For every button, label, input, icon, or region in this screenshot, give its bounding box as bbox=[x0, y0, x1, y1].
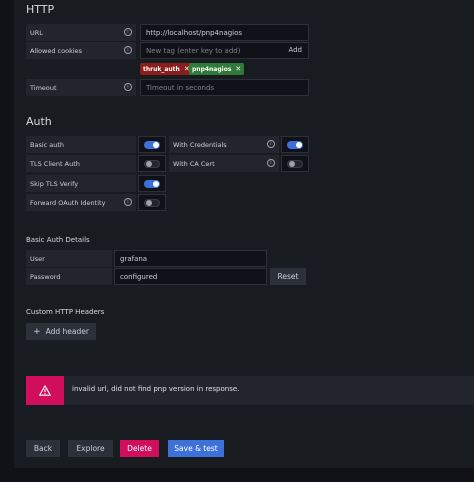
with-ca-cert-label: With CA Cert i bbox=[169, 155, 279, 172]
toggle-knob bbox=[289, 161, 295, 167]
password-input[interactable]: configured bbox=[114, 268, 267, 285]
info-icon[interactable]: i bbox=[124, 83, 132, 91]
with-credentials-label: With Credentials i bbox=[169, 136, 279, 153]
plus-icon: + bbox=[33, 326, 41, 337]
http-section-title: HTTP bbox=[26, 3, 55, 16]
toggle-knob bbox=[153, 142, 159, 148]
url-label: URL i bbox=[26, 24, 136, 41]
toggle-knob bbox=[146, 200, 152, 206]
cookie-tag-pnp4nagios: pnp4nagios ✕ bbox=[189, 63, 245, 75]
info-icon[interactable]: i bbox=[124, 46, 132, 54]
basic-auth-label: Basic auth bbox=[26, 136, 136, 153]
auth-section-title: Auth bbox=[26, 115, 52, 128]
remove-tag-icon[interactable]: ✕ bbox=[235, 65, 241, 73]
toggle-knob bbox=[146, 161, 152, 167]
reset-password-button[interactable]: Reset bbox=[270, 268, 306, 285]
basic-auth-toggle[interactable] bbox=[144, 141, 160, 149]
info-icon[interactable]: i bbox=[267, 159, 275, 167]
forward-oauth-toggle[interactable] bbox=[144, 199, 160, 207]
tls-client-auth-label: TLS Client Auth bbox=[26, 155, 136, 172]
cookies-tag-input[interactable]: New tag (enter key to add) Add bbox=[140, 42, 309, 59]
timeout-input[interactable]: Timeout in seconds bbox=[140, 79, 309, 96]
forward-oauth-toggle-box bbox=[138, 194, 166, 211]
timeout-label: Timeout i bbox=[26, 79, 136, 96]
with-credentials-toggle-box bbox=[281, 136, 309, 153]
with-ca-cert-toggle[interactable] bbox=[287, 160, 303, 168]
info-icon[interactable]: i bbox=[267, 140, 275, 148]
info-icon[interactable]: i bbox=[124, 28, 132, 36]
warning-triangle-icon bbox=[39, 385, 51, 396]
add-cookie-button[interactable]: Add bbox=[288, 46, 302, 54]
skip-tls-verify-label: Skip TLS Verify bbox=[26, 175, 136, 192]
basic-auth-toggle-box bbox=[138, 136, 166, 153]
user-input[interactable]: grafana bbox=[114, 250, 267, 267]
explore-button[interactable]: Explore bbox=[68, 440, 113, 457]
tls-client-auth-toggle-box bbox=[138, 155, 166, 172]
password-label: Password bbox=[26, 268, 112, 285]
alert-icon-box bbox=[26, 376, 64, 405]
add-header-button[interactable]: + Add header bbox=[26, 323, 96, 340]
with-ca-cert-toggle-box bbox=[281, 155, 309, 172]
basic-auth-details-title: Basic Auth Details bbox=[26, 236, 90, 244]
allowed-cookies-label: Allowed cookies i bbox=[26, 42, 136, 59]
toggle-knob bbox=[153, 181, 159, 187]
custom-headers-title: Custom HTTP Headers bbox=[26, 308, 105, 316]
cookie-tag-thruk-auth: thruk_auth ✕ bbox=[140, 63, 193, 75]
toggle-knob bbox=[296, 142, 302, 148]
delete-button[interactable]: Delete bbox=[120, 440, 159, 457]
save-test-button[interactable]: Save & test bbox=[168, 440, 224, 457]
skip-tls-verify-toggle[interactable] bbox=[144, 180, 160, 188]
skip-tls-verify-toggle-box bbox=[138, 175, 166, 192]
url-input[interactable]: http://localhost/pnp4nagios bbox=[140, 24, 309, 41]
with-credentials-toggle[interactable] bbox=[287, 141, 303, 149]
back-button[interactable]: Back bbox=[26, 440, 60, 457]
error-alert: invalid url, did not find pnp version in… bbox=[26, 376, 474, 405]
tls-client-auth-toggle[interactable] bbox=[144, 160, 160, 168]
info-icon[interactable]: i bbox=[124, 198, 132, 206]
alert-message: invalid url, did not find pnp version in… bbox=[72, 385, 240, 393]
forward-oauth-label: Forward OAuth Identity i bbox=[26, 194, 136, 211]
user-label: User bbox=[26, 250, 112, 267]
